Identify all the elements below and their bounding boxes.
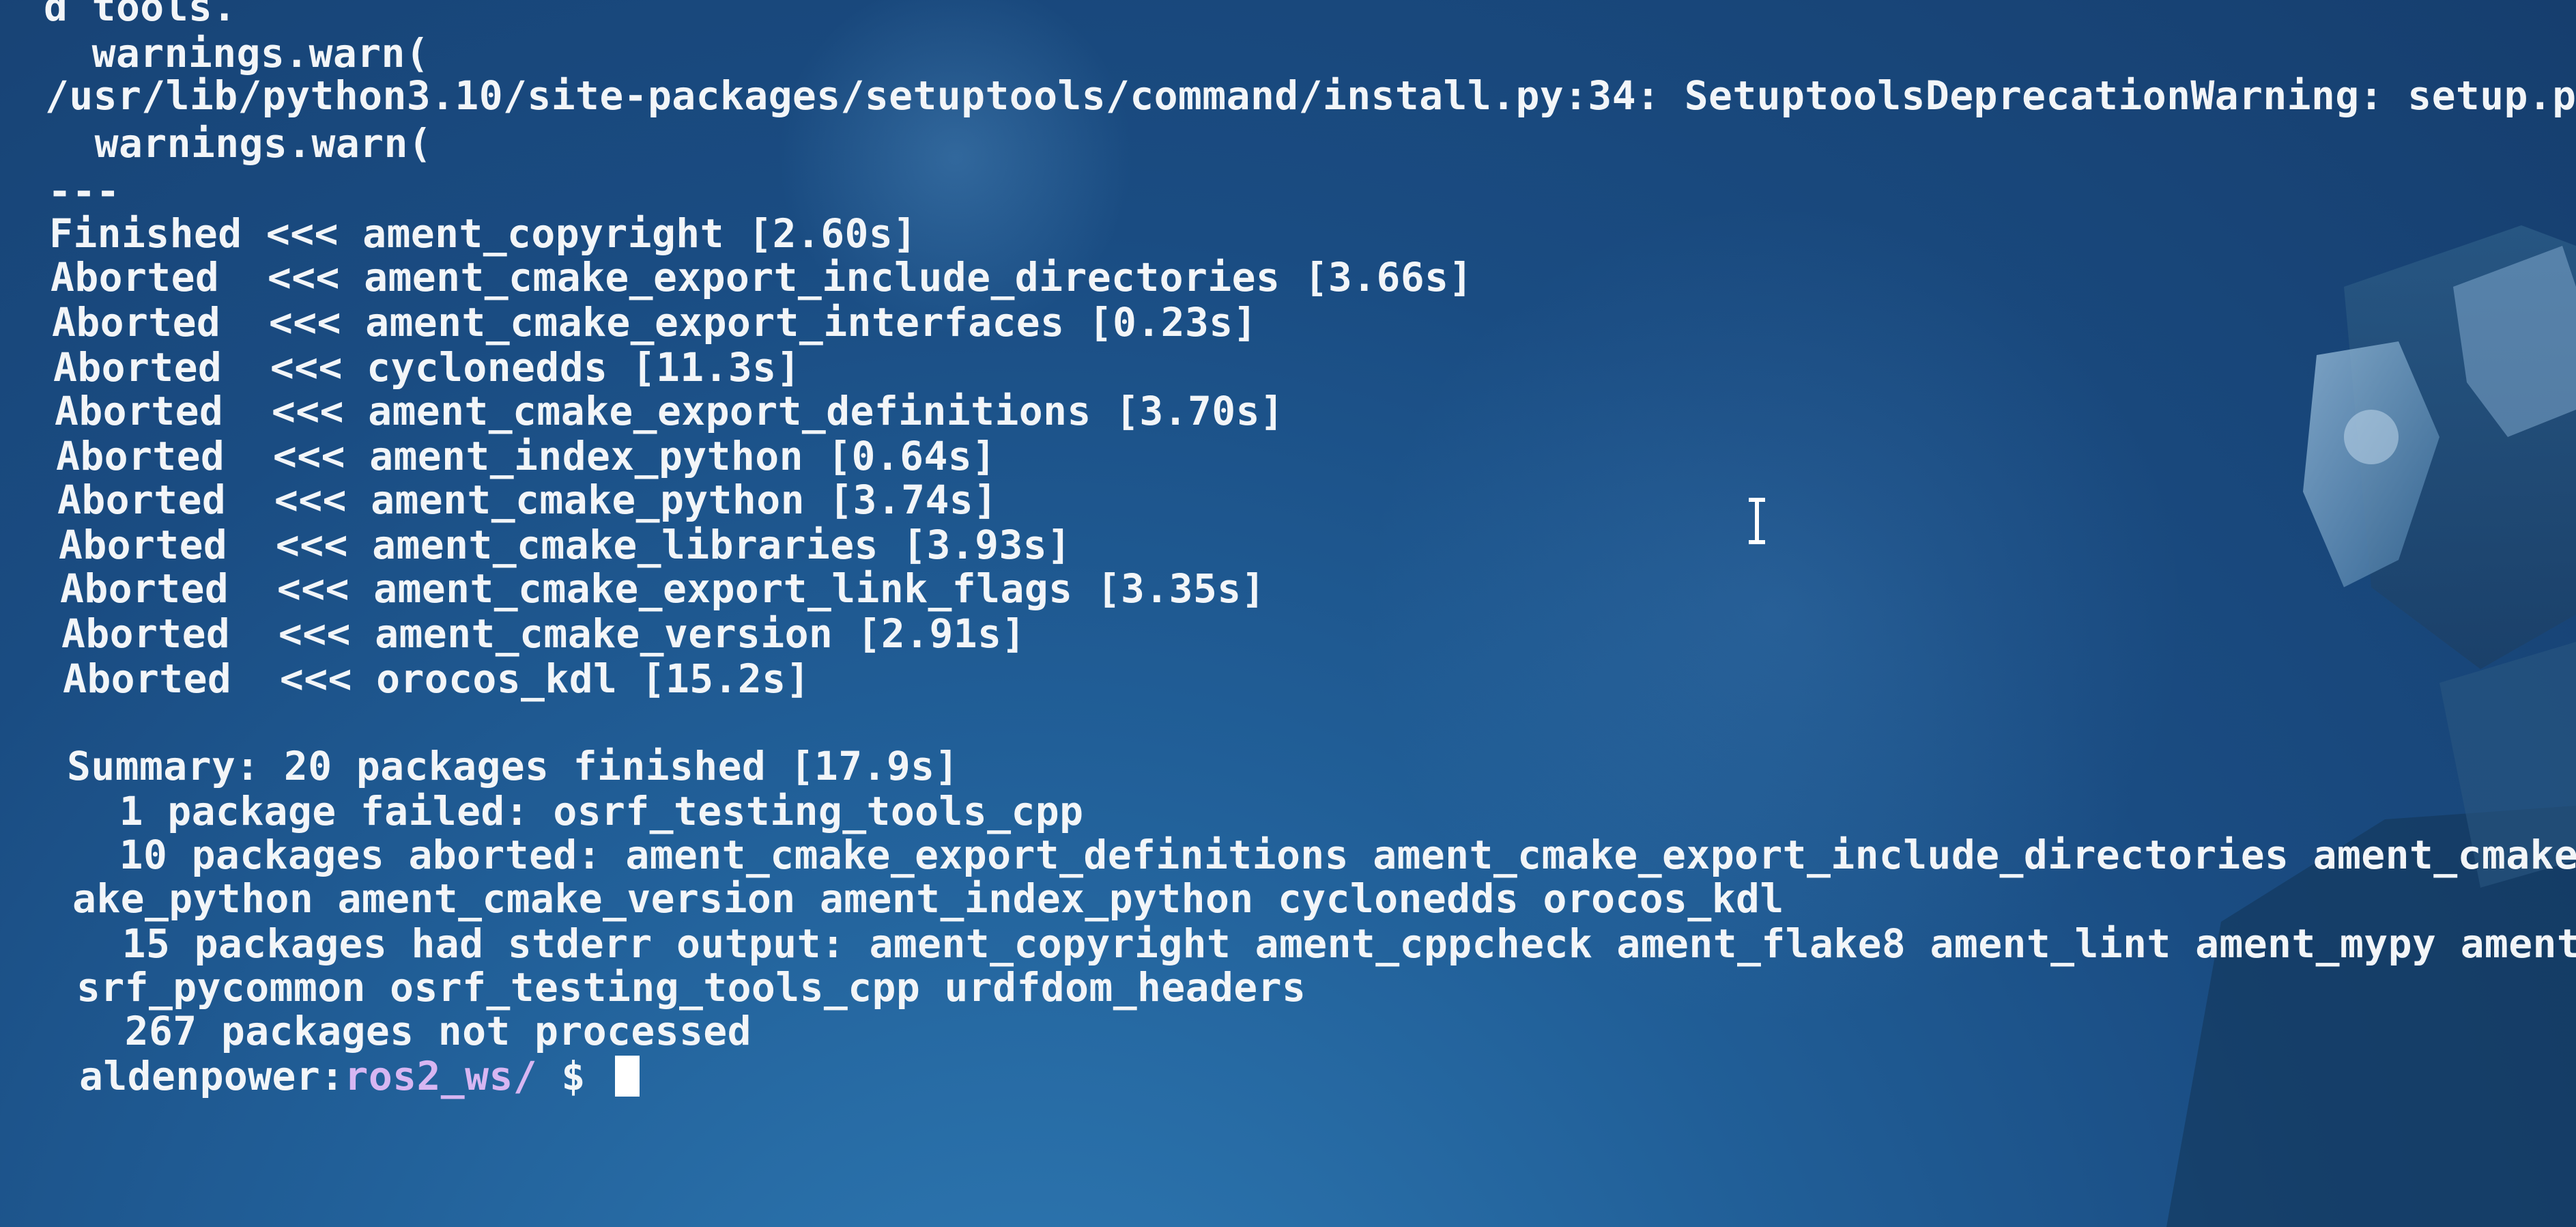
- text-cursor-block: [615, 1056, 640, 1097]
- shell-prompt[interactable]: aldenpower:ros2_ws/ $: [79, 1054, 640, 1098]
- terminal-line: Aborted <<< cyclonedds [11.3s]: [53, 344, 801, 391]
- terminal-line: Aborted <<< ament_cmake_python [3.74s]: [57, 477, 998, 523]
- terminal-line: Aborted <<< ament_cmake_libraries [3.93s…: [59, 522, 1072, 568]
- prompt-user: aldenpower: [79, 1053, 321, 1099]
- terminal-line: ---: [48, 168, 120, 214]
- terminal-line: warnings.warn(: [46, 120, 433, 167]
- terminal-line: Aborted <<< ament_index_python [0.64s]: [56, 433, 997, 479]
- terminal-line: warnings.warn(: [44, 30, 430, 76]
- terminal-line: Summary: 20 packages finished [17.9s]: [67, 743, 959, 789]
- terminal-line: ake_python ament_cmake_version ament_ind…: [72, 875, 1784, 922]
- terminal-line: Aborted <<< ament_cmake_export_include_d…: [51, 254, 1473, 300]
- terminal-line: Aborted <<< ament_cmake_export_definitio…: [55, 388, 1285, 434]
- terminal-line: srf_pycommon osrf_testing_tools_cpp urdf…: [76, 964, 1306, 1011]
- terminal-line: 10 packages aborted: ament_cmake_export_…: [71, 832, 2576, 878]
- terminal-line: Aborted <<< ament_cmake_version [2.91s]: [61, 610, 1026, 657]
- terminal-line: Aborted <<< orocos_kdl [15.2s]: [63, 655, 810, 702]
- text-cursor-ibeam-icon: [1749, 498, 1765, 544]
- terminal-line: Finished <<< ament_copyright [2.60s]: [49, 210, 917, 257]
- terminal-line: Aborted <<< ament_cmake_export_interface…: [52, 299, 1257, 345]
- terminal-line: 15 packages had stderr output: ament_cop…: [74, 920, 2576, 967]
- terminal-line: 267 packages not processed: [76, 1008, 752, 1054]
- terminal-line: /usr/lib/python3.10/site-packages/setupt…: [45, 72, 2576, 119]
- prompt-path: ros2_ws/: [344, 1053, 538, 1099]
- prompt-symbol: $: [537, 1053, 610, 1099]
- terminal-line: d tools.: [44, 0, 237, 30]
- prompt-separator: :: [320, 1053, 345, 1099]
- terminal-output[interactable]: d tools. warnings.warn( /usr/lib/python3…: [0, 0, 2576, 1227]
- terminal-line: 1 package failed: osrf_testing_tools_cpp: [71, 788, 1084, 834]
- terminal-line: Aborted <<< ament_cmake_export_link_flag…: [60, 565, 1265, 612]
